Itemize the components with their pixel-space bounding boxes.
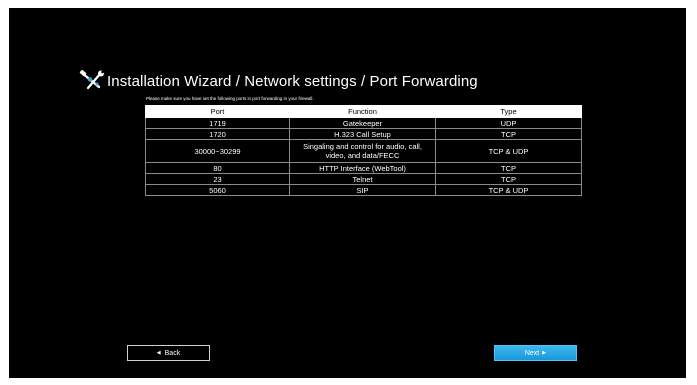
function-cell: Telnet xyxy=(289,173,436,185)
table-header-row: Port Function Type xyxy=(145,105,582,118)
port-cell: 1719 xyxy=(145,117,290,129)
port-forwarding-table: Port Function Type 1719 Gatekeeper UDP 1… xyxy=(145,105,582,196)
wizard-screen: Installation Wizard / Network settings /… xyxy=(9,8,686,378)
column-header-type: Type xyxy=(435,105,582,118)
table-row: 5060 SIP TCP & UDP xyxy=(145,184,582,196)
type-cell: TCP xyxy=(435,128,582,140)
port-cell: 1720 xyxy=(145,128,290,140)
page-title: Installation Wizard / Network settings /… xyxy=(107,72,478,90)
type-cell: TCP xyxy=(435,162,582,174)
function-cell: SIP xyxy=(289,184,436,196)
wrench-screwdriver-icon xyxy=(79,70,104,90)
port-cell: 5060 xyxy=(145,184,290,196)
right-arrow-icon: ▶ xyxy=(542,350,547,356)
table-row: 30000~30299 Singaling and control for au… xyxy=(145,139,582,163)
next-button[interactable]: Next ▶ xyxy=(494,345,577,361)
column-header-function: Function xyxy=(289,105,436,118)
back-button-label: Back xyxy=(164,349,181,357)
function-cell: HTTP Interface (WebTool) xyxy=(289,162,436,174)
type-cell: TCP & UDP xyxy=(435,184,582,196)
firewall-notice: Please make sure you have set the follow… xyxy=(146,96,314,101)
function-cell: Singaling and control for audio, call, v… xyxy=(289,139,436,163)
type-cell: UDP xyxy=(435,117,582,129)
table-row: 1720 H.323 Call Setup TCP xyxy=(145,128,582,140)
left-arrow-icon: ◀ xyxy=(156,350,161,356)
type-cell: TCP & UDP xyxy=(435,139,582,163)
table-row: 23 Telnet TCP xyxy=(145,173,582,185)
column-header-port: Port xyxy=(145,105,290,118)
next-button-label: Next xyxy=(524,349,540,357)
back-button[interactable]: ◀ Back xyxy=(127,345,210,361)
type-cell: TCP xyxy=(435,173,582,185)
table-row: 1719 Gatekeeper UDP xyxy=(145,117,582,129)
port-cell: 80 xyxy=(145,162,290,174)
function-cell: H.323 Call Setup xyxy=(289,128,436,140)
wizard-header: Installation Wizard / Network settings /… xyxy=(79,70,478,92)
table-row: 80 HTTP Interface (WebTool) TCP xyxy=(145,162,582,174)
port-cell: 23 xyxy=(145,173,290,185)
function-cell: Gatekeeper xyxy=(289,117,436,129)
port-cell: 30000~30299 xyxy=(145,139,290,163)
